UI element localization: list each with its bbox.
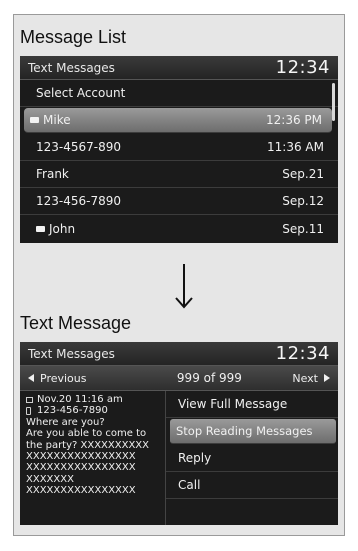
list-item-time: 12:36 PM <box>266 113 322 127</box>
message-counter: 999 of 999 <box>176 371 242 385</box>
arrow-down-icon <box>175 264 193 309</box>
message-line: XXXXXXX <box>26 473 74 485</box>
list-item-john[interactable]: John Sep.11 <box>20 215 338 242</box>
message-icon <box>26 396 33 403</box>
section-title-message-list: Message List <box>20 27 127 47</box>
header-title: Text Messages <box>28 60 115 75</box>
screen-header: Text Messages 12:34 <box>20 342 338 366</box>
scrollbar[interactable] <box>332 83 335 121</box>
message-date: Nov.20 11:16 am <box>37 394 123 405</box>
previous-label: Previous <box>40 371 87 385</box>
screen-header: Text Messages 12:34 <box>20 56 338 80</box>
list-item-frank[interactable]: Frank Sep.21 <box>20 161 338 188</box>
list-item-time: 11:36 AM <box>267 140 324 154</box>
reply-button[interactable]: Reply <box>166 445 338 472</box>
stop-reading-messages-button[interactable]: Stop Reading Messages <box>170 419 336 444</box>
list-item-label: Mike <box>43 113 71 127</box>
next-button[interactable]: Next <box>292 372 330 385</box>
list-item-number-1[interactable]: 123-4567-890 11:36 AM <box>20 134 338 161</box>
text-message-screen: Text Messages 12:34 Previous 999 of 999 … <box>20 342 338 525</box>
message-nav: Previous 999 of 999 Next <box>20 366 338 391</box>
previous-button[interactable]: Previous <box>28 372 87 385</box>
message-line: XXXXXXXXXXXXXXXX <box>26 451 136 463</box>
view-full-message-button[interactable]: View Full Message <box>166 391 338 418</box>
triangle-left-icon <box>28 374 34 382</box>
list-item-label: 123-4567-890 <box>36 140 122 154</box>
message-line: the party? XXXXXXXXXX <box>26 439 150 451</box>
header-title: Text Messages <box>28 346 115 361</box>
clock: 12:34 <box>275 343 330 364</box>
next-label: Next <box>292 371 318 385</box>
list-item-time: Sep.21 <box>282 167 324 181</box>
list-item-label: John <box>49 221 76 236</box>
message-list: Select Account Mike 12:36 PM 123-4567-89… <box>20 80 338 242</box>
list-item-mike[interactable]: Mike 12:36 PM <box>24 108 332 133</box>
envelope-icon <box>30 117 39 123</box>
list-item-select-account[interactable]: Select Account <box>20 80 338 107</box>
message-line: XXXXXXXXXXXXXXXX <box>26 485 136 497</box>
list-item-label: 123-456-7890 <box>36 194 122 208</box>
envelope-icon <box>36 225 45 232</box>
call-button[interactable]: Call <box>166 472 338 499</box>
message-line: Are you able to come to <box>26 428 147 440</box>
message-line: XXXXXXXXXXXXXXXX <box>26 462 136 474</box>
message-number: 123-456-7890 <box>37 405 108 417</box>
phone-icon <box>26 407 31 416</box>
triangle-right-icon <box>324 374 330 382</box>
message-line: Where are you? <box>26 416 105 428</box>
clock: 12:34 <box>275 57 330 78</box>
message-text: Nov.20 11:16 am 123-456-7890 Where are y… <box>20 391 166 525</box>
action-menu: View Full Message Stop Reading Messages … <box>166 391 338 525</box>
list-item-time: Sep.11 <box>282 221 324 236</box>
list-item-time: Sep.12 <box>282 194 324 208</box>
section-title-text-message: Text Message <box>20 313 132 333</box>
message-body: Nov.20 11:16 am 123-456-7890 Where are y… <box>20 391 338 525</box>
message-list-screen: Text Messages 12:34 Select Account Mike … <box>20 56 338 243</box>
list-item-label: Select Account <box>36 86 126 100</box>
list-item-number-2[interactable]: 123-456-7890 Sep.12 <box>20 188 338 215</box>
list-item-label: Frank <box>36 167 69 181</box>
